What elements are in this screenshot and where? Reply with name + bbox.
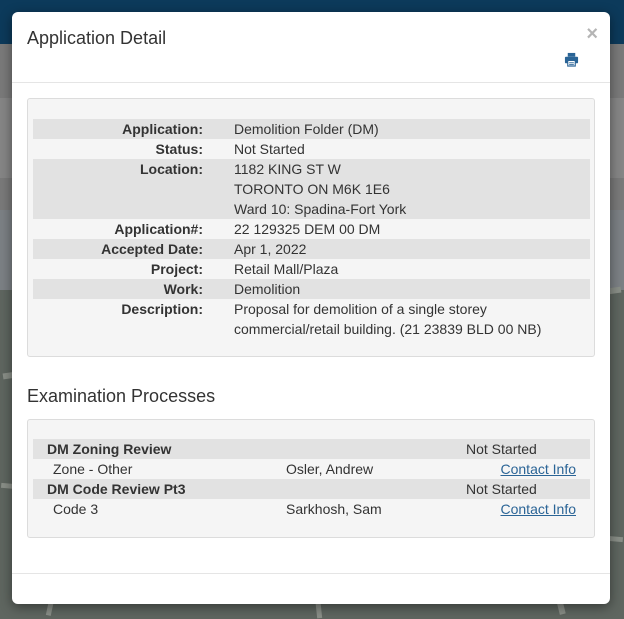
detail-value: Not Started (203, 139, 590, 159)
process-row: DM Zoning Review Not Started (33, 439, 590, 459)
print-button[interactable] (564, 52, 582, 70)
detail-value-line: 1182 KING ST W (234, 161, 341, 177)
process-name: DM Code Review Pt3 (33, 479, 286, 499)
detail-value-line: Apr 1, 2022 (234, 241, 307, 257)
detail-value-line: Ward 10: Spadina-Fort York (234, 201, 407, 217)
detail-value: Apr 1, 2022 (203, 239, 590, 259)
detail-value-line: commercial/retail building. (21 23839 BL… (234, 321, 542, 337)
process-empty-cell (286, 439, 466, 459)
modal-title: Application Detail (27, 28, 167, 48)
detail-label: Status: (155, 141, 203, 157)
detail-row: Status: Not Started (33, 139, 590, 159)
detail-value-line: TORONTO ON M6K 1E6 (234, 181, 390, 197)
application-detail-modal: Application Detail × Application: Demolit… (12, 12, 610, 604)
contact-info-link[interactable]: Contact Info (501, 461, 577, 477)
detail-value: Demolition (203, 279, 590, 299)
detail-row: Work: Demolition (33, 279, 590, 299)
subprocess-name: Zone - Other (53, 461, 133, 477)
contact-info-link[interactable]: Contact Info (501, 501, 577, 517)
process-empty-cell (586, 479, 590, 499)
detail-value: 22 129325 DEM 00 DM (203, 219, 590, 239)
process-name: DM Zoning Review (33, 439, 286, 459)
examination-table: DM Zoning Review Not Started Zone - Other O… (33, 439, 590, 519)
print-icon (564, 52, 579, 67)
detail-row: Application#: 22 129325 DEM 00 DM (33, 219, 590, 239)
modal-header: Application Detail × (12, 12, 610, 83)
detail-value-line: Proposal for demolition of a single stor… (234, 301, 487, 317)
detail-label: Location: (33, 159, 203, 219)
detail-value: Retail Mall/Plaza (203, 259, 590, 279)
modal-footer-divider (12, 573, 610, 574)
contact-info-cell: Contact Info (466, 499, 590, 519)
subprocess-row: Zone - Other Osler, Andrew Contact Info (33, 459, 590, 479)
detail-value-line: 22 129325 DEM 00 DM (234, 221, 381, 237)
detail-label: Description: (121, 301, 203, 317)
reviewer-name: Sarkhosh, Sam (286, 501, 382, 517)
detail-label: Accepted Date: (33, 239, 203, 259)
detail-value: 1182 KING ST W TORONTO ON M6K 1E6 Ward 10:… (203, 159, 590, 219)
process-status: Not Started (466, 439, 586, 459)
detail-row: Accepted Date: Apr 1, 2022 (33, 239, 590, 259)
detail-value: Demolition Folder (DM) (203, 119, 590, 139)
contact-info-cell: Contact Info (466, 459, 590, 479)
detail-value-line: Retail Mall/Plaza (234, 261, 339, 277)
detail-value-line: Demolition (234, 281, 301, 297)
detail-value: Proposal for demolition of a single stor… (203, 299, 590, 339)
application-panel: Application: Demolition Folder (DM) Status… (27, 98, 595, 357)
detail-label: Project: (150, 261, 203, 277)
application-detail-table: Application: Demolition Folder (DM) Status… (33, 119, 590, 339)
detail-label: Application: (33, 119, 203, 139)
detail-row: Description: Proposal for demolition of a… (33, 299, 590, 339)
reviewer-name: Osler, Andrew (286, 461, 374, 477)
detail-row: Application: Demolition Folder (DM) (33, 119, 590, 139)
detail-value-line: Not Started (234, 141, 305, 157)
subprocess-name: Code 3 (53, 501, 99, 517)
subprocess-row: Code 3 Sarkhosh, Sam Contact Info (33, 499, 590, 519)
process-empty-cell (286, 479, 466, 499)
examination-panel: DM Zoning Review Not Started Zone - Other O… (27, 419, 595, 538)
examination-heading: Examination Processes (27, 386, 216, 406)
process-row: DM Code Review Pt3 Not Started (33, 479, 590, 499)
detail-label: Application#: (114, 221, 203, 237)
detail-label: Work: (33, 279, 203, 299)
detail-value-line: Demolition Folder (DM) (234, 121, 379, 137)
process-empty-cell (586, 439, 590, 459)
detail-row: Project: Retail Mall/Plaza (33, 259, 590, 279)
detail-row: Location: 1182 KING ST W TORONTO ON M6K 1E… (33, 159, 590, 219)
process-status: Not Started (466, 479, 586, 499)
close-button[interactable]: × (586, 24, 598, 44)
